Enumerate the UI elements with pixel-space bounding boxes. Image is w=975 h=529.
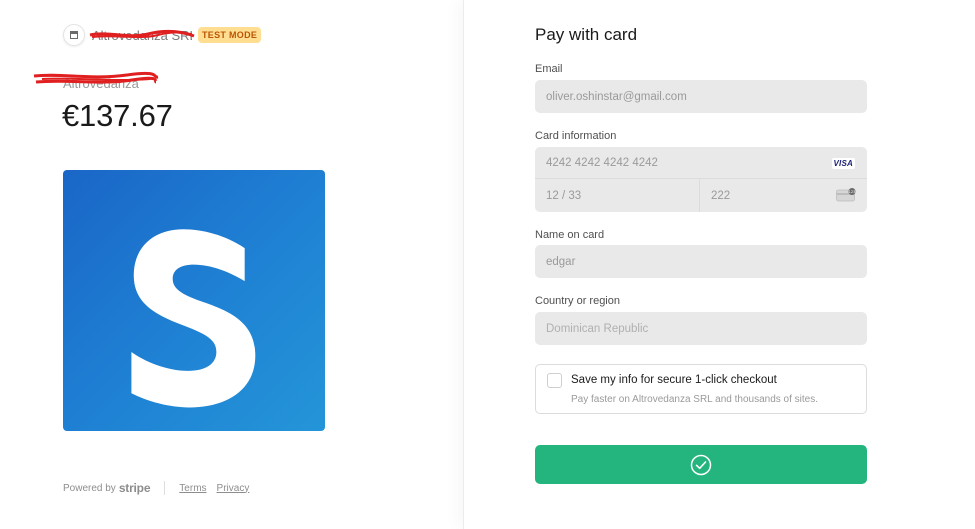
save-info-subtitle: Pay faster on Altrovedanza SRL and thous… [571, 394, 819, 405]
save-info-checkbox[interactable] [547, 373, 562, 388]
card-number-field[interactable]: 4242 4242 4242 4242 [535, 147, 867, 179]
card-number-value: 4242 4242 4242 4242 [546, 156, 658, 169]
cvc-card-icon: 123 [836, 188, 856, 202]
card-information-label: Card information [535, 130, 617, 142]
save-info-box[interactable]: Save my info for secure 1-click checkout… [535, 364, 867, 414]
email-label: Email [535, 63, 563, 75]
email-field[interactable]: oliver.oshinstar@gmail.com [535, 80, 867, 113]
card-cvc-value: 222 [711, 189, 731, 202]
payment-form-pane: Pay with card Email oliver.oshinstar@gma… [463, 0, 975, 529]
check-circle-icon [690, 454, 712, 475]
pay-button[interactable] [535, 445, 867, 484]
privacy-link[interactable]: Privacy [217, 483, 250, 494]
terms-link[interactable]: Terms [179, 483, 206, 494]
svg-text:123: 123 [849, 190, 856, 194]
total-price: €137.67 [62, 98, 173, 133]
merchant-name[interactable]: Altrovedanza SRL [92, 28, 192, 43]
store-icon [70, 31, 78, 39]
footer-divider [164, 481, 166, 495]
stripe-brand: stripe [118, 481, 151, 495]
country-select[interactable]: Dominican Republic [535, 312, 867, 345]
card-expiry-value: 12 / 33 [546, 189, 582, 202]
country-label: Country or region [535, 295, 620, 307]
merchant-header: Altrovedanza SRL TEST MODE [63, 24, 262, 46]
powered-by-text: Powered by [63, 482, 116, 494]
stripe-logo-icon [131, 229, 256, 408]
merchant-logo[interactable] [63, 24, 85, 46]
name-on-card-field[interactable]: edgar [535, 245, 867, 278]
name-on-card-label: Name on card [535, 229, 605, 241]
powered-by-stripe[interactable]: Powered by stripe [63, 481, 151, 495]
visa-icon: VISA [831, 158, 855, 169]
card-expiry-field[interactable]: 12 / 33 [535, 179, 700, 212]
card-information-group: 4242 4242 4242 4242 VISA 12 / 33 222 123 [535, 147, 867, 212]
product-name: Altrovedanza [63, 76, 139, 91]
test-mode-badge: TEST MODE [198, 27, 262, 43]
order-summary-pane: Altrovedanza SRL TEST MODE Altrovedanza … [0, 0, 463, 529]
product-image [63, 170, 325, 431]
card-cvc-field[interactable]: 222 123 [700, 179, 867, 212]
save-info-title: Save my info for secure 1-click checkout [571, 374, 777, 386]
form-title: Pay with card [535, 25, 638, 44]
footer: Powered by stripe Terms Privacy [63, 481, 259, 495]
